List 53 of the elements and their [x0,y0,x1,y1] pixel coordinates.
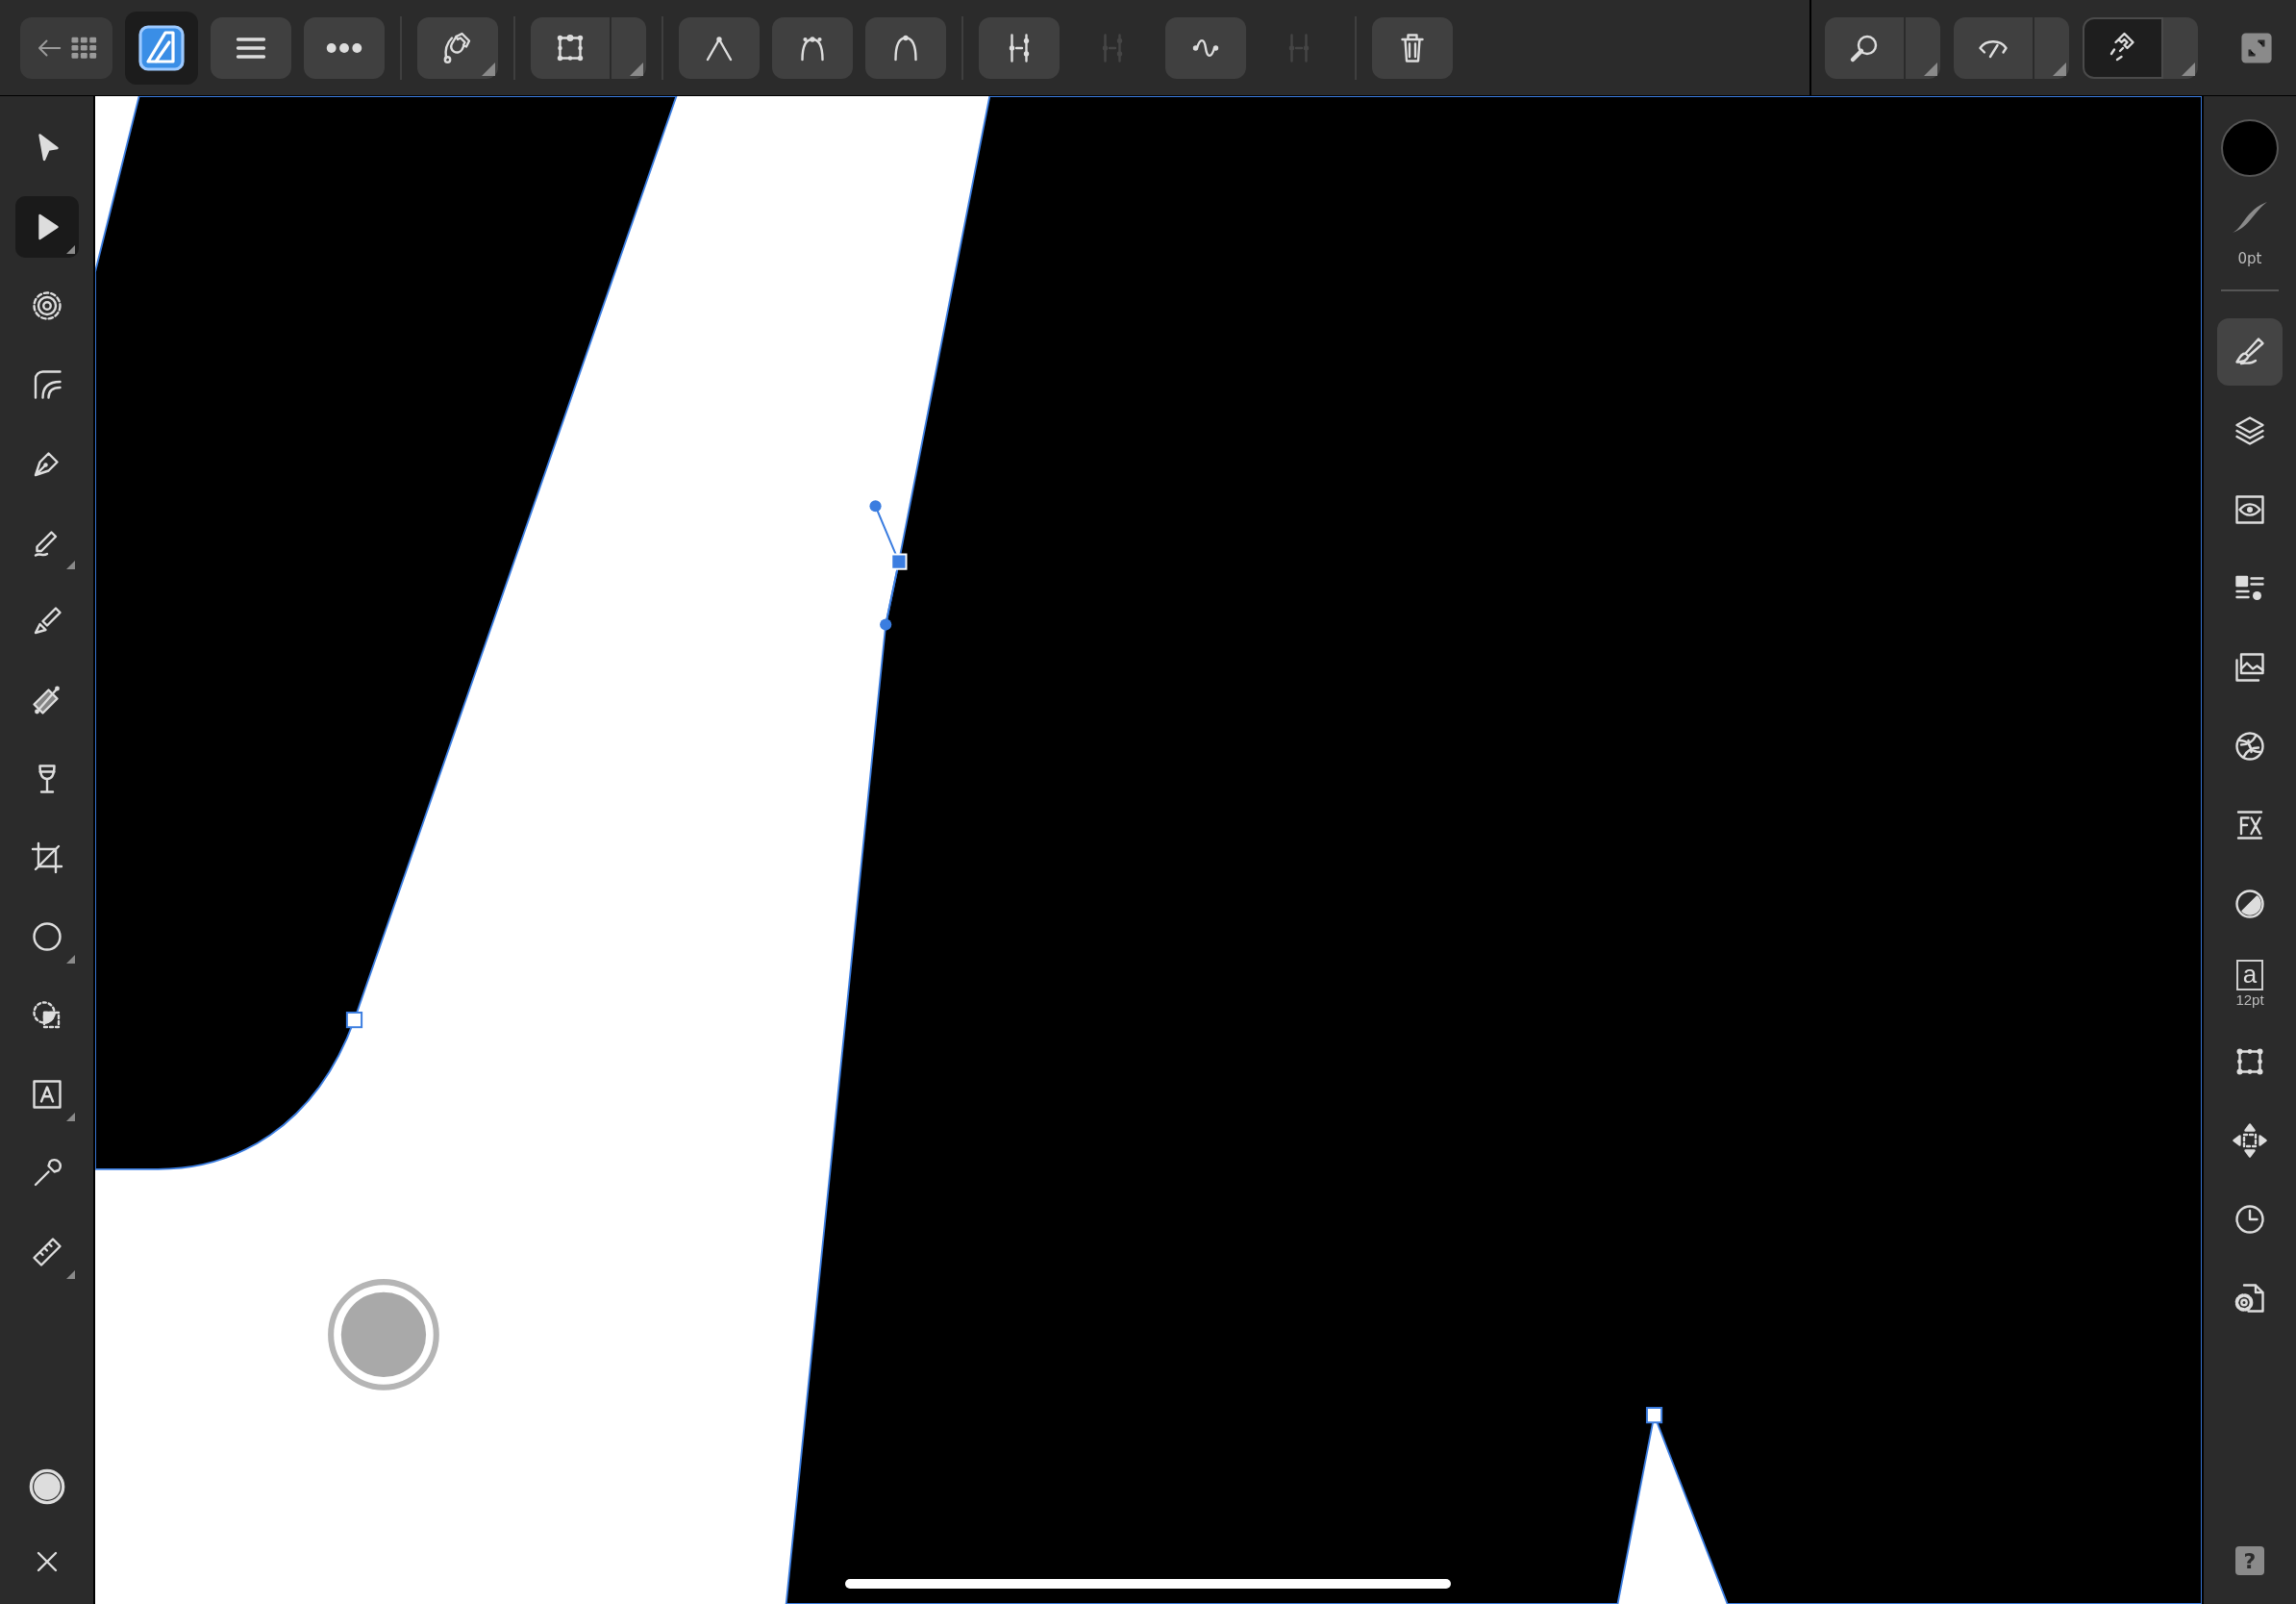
flyout-corner-icon [65,1113,75,1121]
images-icon [2233,650,2267,685]
fill-swatch[interactable] [2221,119,2279,177]
menu-button[interactable] [211,16,291,79]
more-button[interactable] [304,16,385,79]
stroke-width: 0pt [2237,252,2262,266]
flyout-corner-icon [65,561,75,569]
smooth-node-button[interactable] [772,16,853,79]
app-logo-icon [138,24,185,71]
clock-icon [2233,1202,2267,1237]
half-circle-icon [2233,887,2267,921]
flyout-corner-icon [65,1270,75,1279]
text-size: 12pt [2235,991,2264,1007]
search-button[interactable] [1825,16,1906,79]
more-icon [326,42,362,53]
move-arrows-icon [2233,1123,2267,1158]
swirl-icon [2233,729,2267,764]
record-icon[interactable] [27,1467,66,1506]
flyout-corner-icon [2182,62,2195,76]
flyout-corner-icon [65,245,75,254]
flyout-corner-icon [482,62,495,76]
node-pointer-tool-button[interactable] [14,196,79,258]
flyout-button[interactable] [2163,16,2198,79]
crop-icon [29,840,64,875]
sharp-node-button[interactable] [679,16,760,79]
magnet-curve-button[interactable] [417,16,498,79]
text-style-glyph: a [2235,959,2264,990]
transform-box-button[interactable] [531,16,611,79]
flyout-button[interactable] [611,16,646,79]
eye-frame-icon [2233,492,2267,527]
node-handle[interactable] [1645,1407,1663,1424]
gauge-button[interactable] [1954,16,2034,79]
flyout-corner-icon [1924,62,1937,76]
layers-icon [2233,414,2267,448]
fullscreen-icon[interactable] [2240,31,2273,64]
back-to-documents-button[interactable] [20,16,112,79]
smart-node-button[interactable] [865,16,946,79]
flyout-button[interactable] [1906,16,1940,79]
brush-stroke-studio-button[interactable] [2217,318,2283,386]
gear-document-icon [2233,1281,2267,1316]
align-handles-button[interactable] [979,16,1060,79]
help-button[interactable]: ? [2235,1546,2264,1575]
app-logo-button[interactable] [125,11,198,85]
wave-button[interactable] [1165,16,1246,79]
flyout-corner-icon [65,955,75,964]
trash-button[interactable] [1372,16,1453,79]
selected-node-handles[interactable] [869,500,908,631]
flyout-corner-icon [2053,62,2066,76]
flyout-button[interactable] [2034,16,2069,79]
magnet-button[interactable] [2083,16,2163,79]
node-handle[interactable] [345,1012,363,1029]
flyout-corner-icon [630,62,643,76]
text-style-button[interactable]: a 12pt [2217,949,2283,1016]
